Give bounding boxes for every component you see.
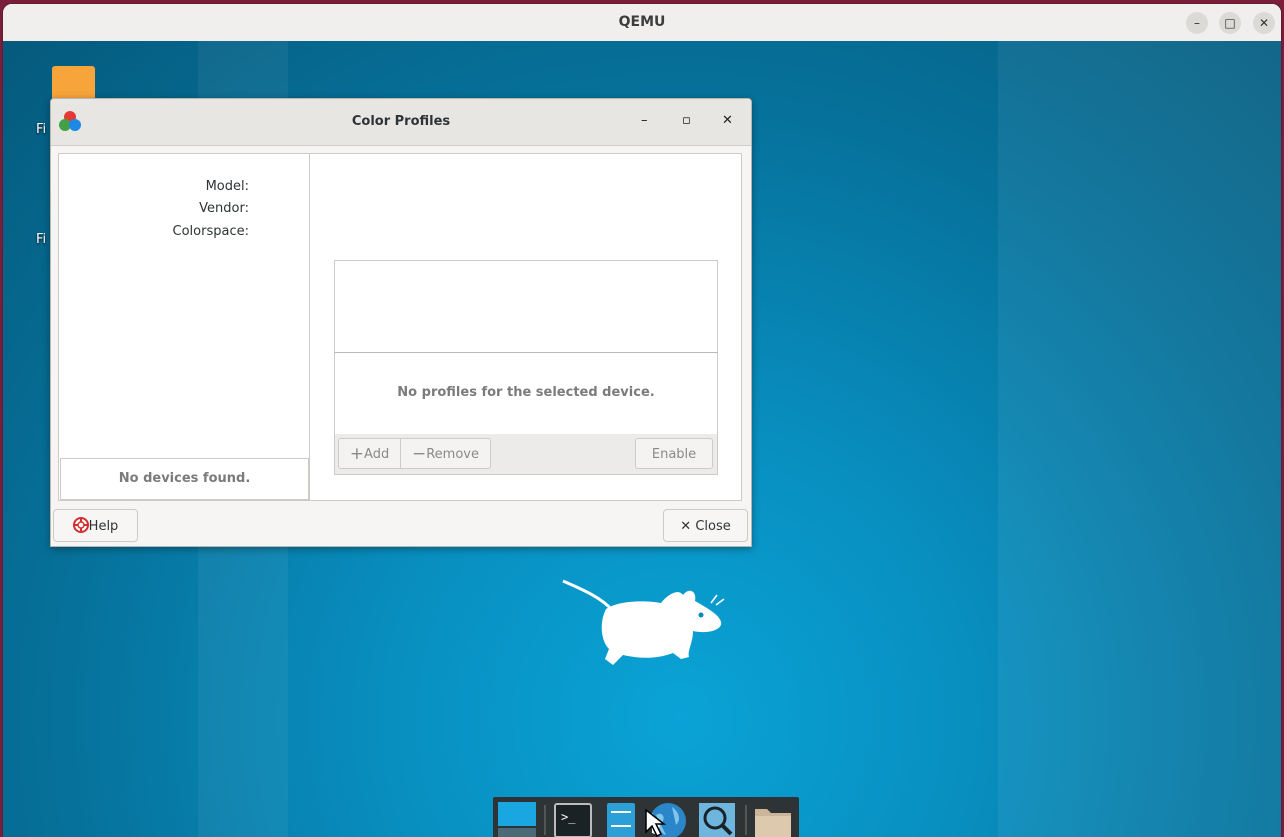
model-label: Model: — [205, 179, 249, 194]
qemu-minimize-button[interactable]: – — [1186, 12, 1208, 34]
minus-icon: − — [411, 444, 427, 464]
folder-icon[interactable] — [753, 801, 793, 837]
xfce-mouse-logo-icon — [562, 579, 725, 665]
color-profiles-dialog: Color Profiles – ▫ ✕ No devices found. M… — [50, 98, 752, 547]
no-profiles-message: No profiles for the selected device. — [334, 352, 718, 435]
profile-list[interactable] — [334, 260, 718, 352]
no-devices-message: No devices found. — [60, 458, 309, 500]
dialog-minimize-button[interactable]: – — [641, 113, 648, 128]
file-manager-icon[interactable] — [601, 801, 641, 837]
workspace-icon[interactable] — [497, 801, 537, 837]
mouse-pointer-icon — [645, 808, 667, 837]
dialog-close-button[interactable]: ✕ — [722, 113, 733, 128]
profile-toolbar: +Add −Remove Enable — [334, 434, 718, 475]
dialog-content: No devices found. Model: Vendor: Colorsp… — [58, 153, 742, 501]
remove-profile-label: Remove — [426, 447, 479, 462]
help-button[interactable]: Help — [53, 509, 138, 542]
add-profile-label: Add — [364, 447, 390, 462]
enable-profile-button[interactable]: Enable — [635, 438, 713, 469]
colorspace-label: Colorspace: — [172, 224, 249, 239]
close-button[interactable]: ✕ Close — [663, 509, 748, 542]
vendor-label: Vendor: — [199, 201, 249, 216]
qemu-maximize-button[interactable]: □ — [1219, 12, 1241, 34]
desktop-icon-label[interactable]: Fi — [36, 232, 46, 247]
dock-separator — [745, 805, 747, 835]
plus-icon: + — [349, 444, 365, 464]
help-lifebuoy-icon — [72, 517, 89, 533]
help-label: Help — [88, 519, 119, 534]
app-finder-icon[interactable] — [697, 801, 737, 837]
desktop-file-icon[interactable] — [52, 66, 95, 102]
qemu-title: QEMU — [618, 14, 666, 30]
qemu-close-button[interactable]: ✕ — [1253, 12, 1275, 34]
terminal-icon[interactable]: >_ — [553, 801, 593, 837]
svg-text:>_: >_ — [561, 810, 576, 824]
dialog-maximize-button[interactable]: ▫ — [682, 113, 691, 128]
remove-profile-button[interactable]: −Remove — [400, 438, 491, 469]
desktop-icon-label[interactable]: Fi — [36, 122, 46, 137]
add-profile-button[interactable]: +Add — [338, 438, 401, 469]
close-icon: ✕ — [680, 519, 692, 534]
desktop-band — [998, 41, 1281, 837]
dialog-titlebar[interactable]: Color Profiles – ▫ ✕ — [51, 99, 751, 146]
dock-separator — [544, 805, 546, 835]
close-label: Close — [695, 519, 731, 534]
qemu-titlebar: QEMU – □ ✕ — [3, 4, 1281, 42]
